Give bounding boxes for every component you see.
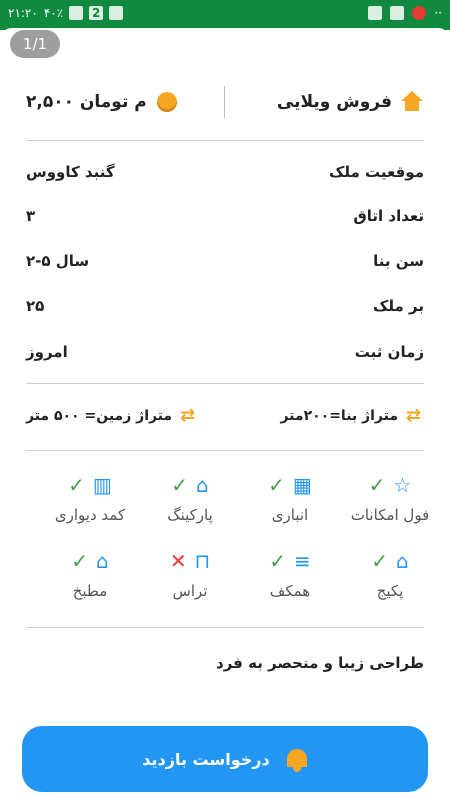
house-heater-icon: ⌂ [396,549,409,573]
feature-full-amenities: ✓ ☆ فول امکانات [340,470,440,524]
coins-icon [156,92,177,112]
feature-parking: ✓ ⌂ پارکینگ [140,470,240,524]
notification-count-icon: 2 [89,6,104,20]
closet-icon: ▥ [92,473,112,497]
swap-arrows-icon [180,405,198,426]
feature-label: کمد دیواری [54,506,126,524]
terrace-icon: ⊓ [194,549,211,573]
feature-kitchen: ✓ ⌂ مطبخ [40,546,140,600]
signal-icon [69,6,84,20]
feature-label: همکف [269,582,311,600]
price-block: ۲,۵۰۰ م تومان [26,92,177,112]
check-icon: ✓ [68,473,85,497]
chat-icon [390,6,405,20]
check-icon: ✓ [268,473,285,497]
check-icon: ✓ [368,473,386,497]
detail-row-location: گنبد کاووس موقعیت ملک [26,160,424,184]
detail-row-frontage: ۲۵ بر ملک [26,294,424,318]
price-text: ۲,۵۰۰ م تومان [26,92,147,112]
divider [26,627,424,628]
feature-package: ✓ ⌂ پکیج [340,546,440,600]
title-row: ۲,۵۰۰ م تومان فروش ویلایی [26,86,424,118]
detail-row-age: ۲-۵ سال سن بنا [26,249,424,273]
detail-value: ۳ [26,207,36,225]
feature-closet: ✓ ▥ کمد دیواری [40,470,140,524]
feature-terrace: ✕ ⊓ تراس [140,546,240,600]
request-visit-label: درخواست بازدید [142,749,270,769]
detail-label: سن بنا [373,252,424,270]
check-icon: ✓ [71,549,89,573]
feature-label: تراس [172,582,208,600]
building-area: متراژ بنا=۲۰۰متر [280,405,424,426]
land-area-text: متراژ زمین= ۵۰۰ متر [26,408,173,424]
floor-icon: ≡ [294,549,311,573]
feature-label: انباری [271,506,309,524]
area-row: متراژ زمین= ۵۰۰ متر متراژ بنا=۲۰۰متر [26,404,424,428]
land-area: متراژ زمین= ۵۰۰ متر [26,405,198,426]
listing-type: فروش ویلایی [276,92,392,112]
divider [26,140,424,141]
status-right: ·· [368,6,442,20]
detail-value: امروز [26,343,68,361]
feature-label: پکیج [376,582,404,600]
feature-label: مطبخ [72,582,108,600]
check-icon: ✓ [371,549,389,573]
title-divider [224,86,225,118]
feature-ground-floor: ✓ ≡ همکف [240,546,340,600]
building-area-text: متراژ بنا=۲۰۰متر [280,408,398,424]
request-visit-button[interactable]: درخواست بازدید [22,726,428,792]
kitchen-icon: ⌂ [96,549,109,573]
feature-label: فول امکانات [350,506,430,524]
type-block: فروش ویلایی [277,91,424,113]
wifi-icon [109,6,124,20]
swap-arrows-icon [406,405,424,426]
check-icon: ✓ [171,473,189,497]
battery-text: ۴۰٪ [43,6,64,20]
status-left: ۲۱:۲۰ ۴۰٪ 2 [8,6,124,20]
gallery-icon [368,6,383,20]
feature-label: پارکینگ [167,506,213,524]
star-icon: ☆ [393,473,412,497]
detail-row-registered: امروز زمان ثبت [26,340,424,364]
car-icon: ⌂ [196,473,209,497]
app-alert-icon [412,6,427,20]
more-icon: ·· [434,6,442,20]
status-time: ۲۱:۲۰ [8,6,38,20]
detail-value: ۲۵ [26,297,45,315]
divider [26,450,424,451]
detail-label: زمان ثبت [354,343,424,361]
page-indicator: 1/1 [10,30,60,58]
check-icon: ✓ [269,549,286,573]
description: طراحی زیبا و منحصر به فرد [216,654,424,672]
divider [26,383,424,384]
cross-icon: ✕ [169,549,187,573]
detail-row-rooms: ۳ تعداد اتاق [26,204,424,228]
detail-value: ۲-۵ سال [26,252,90,270]
status-bar: ۲۱:۲۰ ۴۰٪ 2 ·· [0,0,450,30]
detail-value: گنبد کاووس [26,163,115,181]
detail-label: موقعیت ملک [329,163,424,181]
bell-icon [286,746,308,772]
storage-icon: ▦ [292,473,312,497]
detail-label: بر ملک [373,297,424,315]
home-icon [400,91,424,113]
detail-label: تعداد اتاق [353,207,424,225]
feature-storage: ✓ ▦ انباری [240,470,340,524]
